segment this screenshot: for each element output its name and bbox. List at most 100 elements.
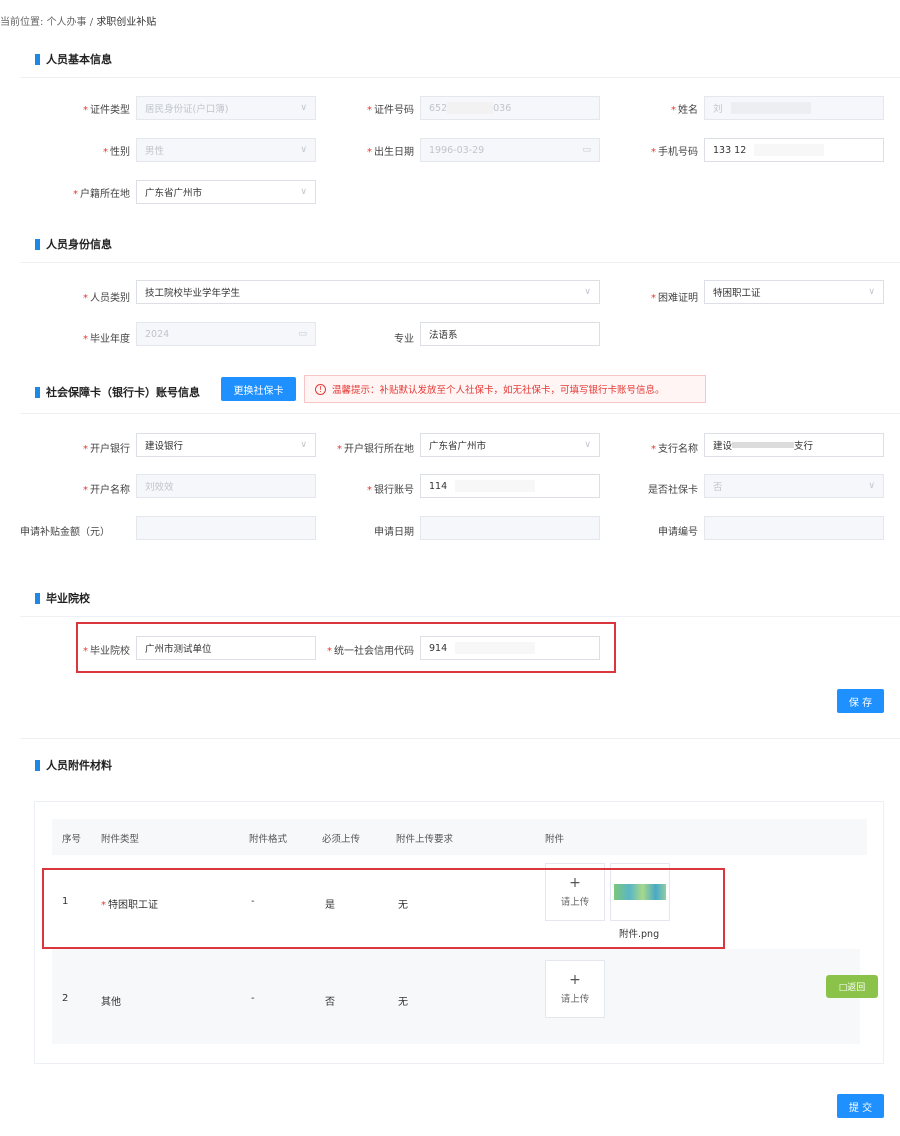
id-type-select[interactable]: 居民身份证(户口簿) ∨: [136, 96, 316, 120]
breadcrumb-current: 求职创业补贴: [96, 17, 157, 28]
change-social-card-button[interactable]: 更换社保卡: [221, 377, 296, 401]
amount-label: 申请补贴金额（元）: [20, 527, 110, 538]
phone-label: * 手机号码: [651, 147, 698, 158]
table-header-cell: 附件类型: [101, 834, 140, 845]
section-title-text: 人员基本信息: [46, 53, 112, 66]
grad-year-field[interactable]: 2024 ▭: [136, 322, 316, 346]
section-marker: [35, 53, 40, 65]
gender-select[interactable]: 男性 ∨: [136, 138, 316, 162]
school-field[interactable]: 广州市测试单位: [136, 636, 316, 660]
chevron-down-icon: ∨: [584, 287, 591, 297]
household-select[interactable]: 广东省广州市 ∨: [136, 180, 316, 204]
apply-date-label: 申请日期: [374, 527, 414, 538]
account-no-field[interactable]: 114: [420, 474, 600, 498]
table-header: [52, 819, 867, 855]
section-marker: [35, 592, 40, 604]
divider: [20, 413, 900, 414]
section-title-attach: 人员附件材料: [35, 757, 112, 773]
gender-label: * 性别: [103, 147, 130, 158]
chevron-down-icon: ∨: [300, 187, 307, 197]
section-title-bank: 社会保障卡（银行卡）账号信息: [35, 384, 200, 400]
table-header-cell: 必须上传: [322, 834, 361, 845]
calendar-icon: ▭: [298, 329, 307, 339]
name-label: * 姓名: [671, 105, 698, 116]
table-header-cell: 序号: [62, 834, 82, 845]
row-required: 否: [325, 997, 335, 1008]
warning-circle-icon: !: [315, 383, 326, 395]
highlight-box-attachment: [42, 868, 725, 949]
table-row: [52, 949, 860, 1044]
birth-date-field[interactable]: 1996-03-29 ▭: [420, 138, 600, 162]
breadcrumb-prefix: 当前位置:: [0, 17, 44, 28]
row-format: -: [251, 993, 255, 1004]
calendar-icon: ▭: [582, 145, 591, 155]
section-title-text: 人员身份信息: [46, 238, 112, 251]
branch-field[interactable]: 建设 支行: [704, 433, 884, 457]
id-number-label: * 证件号码: [367, 105, 414, 116]
bank-select[interactable]: 建设银行 ∨: [136, 433, 316, 457]
account-no-label: * 银行账号: [367, 485, 414, 496]
divider: [20, 77, 900, 78]
credit-code-label: * 统一社会信用代码: [327, 646, 414, 657]
hardship-label: * 困难证明: [651, 293, 698, 304]
section-title-text: 人员附件材料: [46, 759, 112, 772]
birth-date-label: * 出生日期: [367, 147, 414, 158]
chevron-down-icon: ∨: [300, 103, 307, 113]
account-name-label: * 开户名称: [83, 485, 130, 496]
section-marker: [35, 386, 40, 398]
phone-field[interactable]: 133 12: [704, 138, 884, 162]
is-social-card-select[interactable]: 否 ∨: [704, 474, 884, 498]
breadcrumb-level1[interactable]: 个人办事: [47, 17, 87, 28]
section-marker: [35, 238, 40, 250]
tip-banner: ! 温馨提示：补贴默认发放至个人社保卡，如无社保卡，可填写银行卡账号信息。: [304, 375, 706, 403]
submit-button[interactable]: 提 交: [837, 1094, 884, 1118]
breadcrumb-separator: /: [89, 17, 94, 28]
chevron-down-icon: ∨: [584, 440, 591, 450]
section-marker: [35, 759, 40, 771]
apply-no-label: 申请编号: [658, 527, 698, 538]
table-header-cell: 附件: [545, 834, 565, 845]
plus-icon: +: [569, 972, 581, 988]
chevron-down-icon: ∨: [868, 481, 875, 491]
household-label: * 户籍所在地: [73, 189, 130, 200]
upload-button[interactable]: + 请上传: [545, 960, 605, 1018]
branch-label: * 支行名称: [651, 444, 698, 455]
tip-text: 温馨提示：补贴默认发放至个人社保卡，如无社保卡，可填写银行卡账号信息。: [332, 385, 665, 396]
breadcrumb: 当前位置: 个人办事 / 求职创业补贴: [0, 13, 156, 28]
chevron-down-icon: ∨: [868, 287, 875, 297]
chevron-down-icon: ∨: [300, 440, 307, 450]
chevron-down-icon: ∨: [300, 145, 307, 155]
bank-label: * 开户银行: [83, 444, 130, 455]
bank-location-select[interactable]: 广东省广州市 ∨: [420, 433, 600, 457]
row-requirement: 无: [398, 997, 408, 1008]
row-type: 其他: [101, 997, 121, 1008]
is-social-card-label: 是否社保卡: [648, 485, 698, 496]
apply-no-field[interactable]: [704, 516, 884, 540]
divider: [20, 616, 900, 617]
amount-field[interactable]: [136, 516, 316, 540]
id-type-label: * 证件类型: [83, 105, 130, 116]
divider: [20, 262, 900, 263]
credit-code-field[interactable]: 914: [420, 636, 600, 660]
account-name-field[interactable]: 刘效效: [136, 474, 316, 498]
category-label: * 人员类别: [83, 293, 130, 304]
id-number-field[interactable]: 652 036: [420, 96, 600, 120]
table-header-cell: 附件上传要求: [396, 834, 454, 845]
float-return-button[interactable]: □返回: [826, 975, 878, 998]
grad-year-label: * 毕业年度: [83, 334, 130, 345]
section-title-text: 毕业院校: [46, 592, 90, 605]
apply-date-field[interactable]: [420, 516, 600, 540]
school-label: * 毕业院校: [83, 646, 130, 657]
divider: [20, 738, 900, 739]
section-title-text: 社会保障卡（银行卡）账号信息: [46, 386, 200, 399]
section-title-basic: 人员基本信息: [35, 51, 112, 67]
name-field[interactable]: 刘: [704, 96, 884, 120]
category-select[interactable]: 技工院校毕业学年学生 ∨: [136, 280, 600, 304]
section-title-school: 毕业院校: [35, 590, 90, 606]
table-header-cell: 附件格式: [249, 834, 288, 845]
save-button[interactable]: 保 存: [837, 689, 884, 713]
major-field[interactable]: 法语系: [420, 322, 600, 346]
hardship-select[interactable]: 特困职工证 ∨: [704, 280, 884, 304]
section-title-identity: 人员身份信息: [35, 236, 112, 252]
row-no: 2: [62, 993, 69, 1004]
